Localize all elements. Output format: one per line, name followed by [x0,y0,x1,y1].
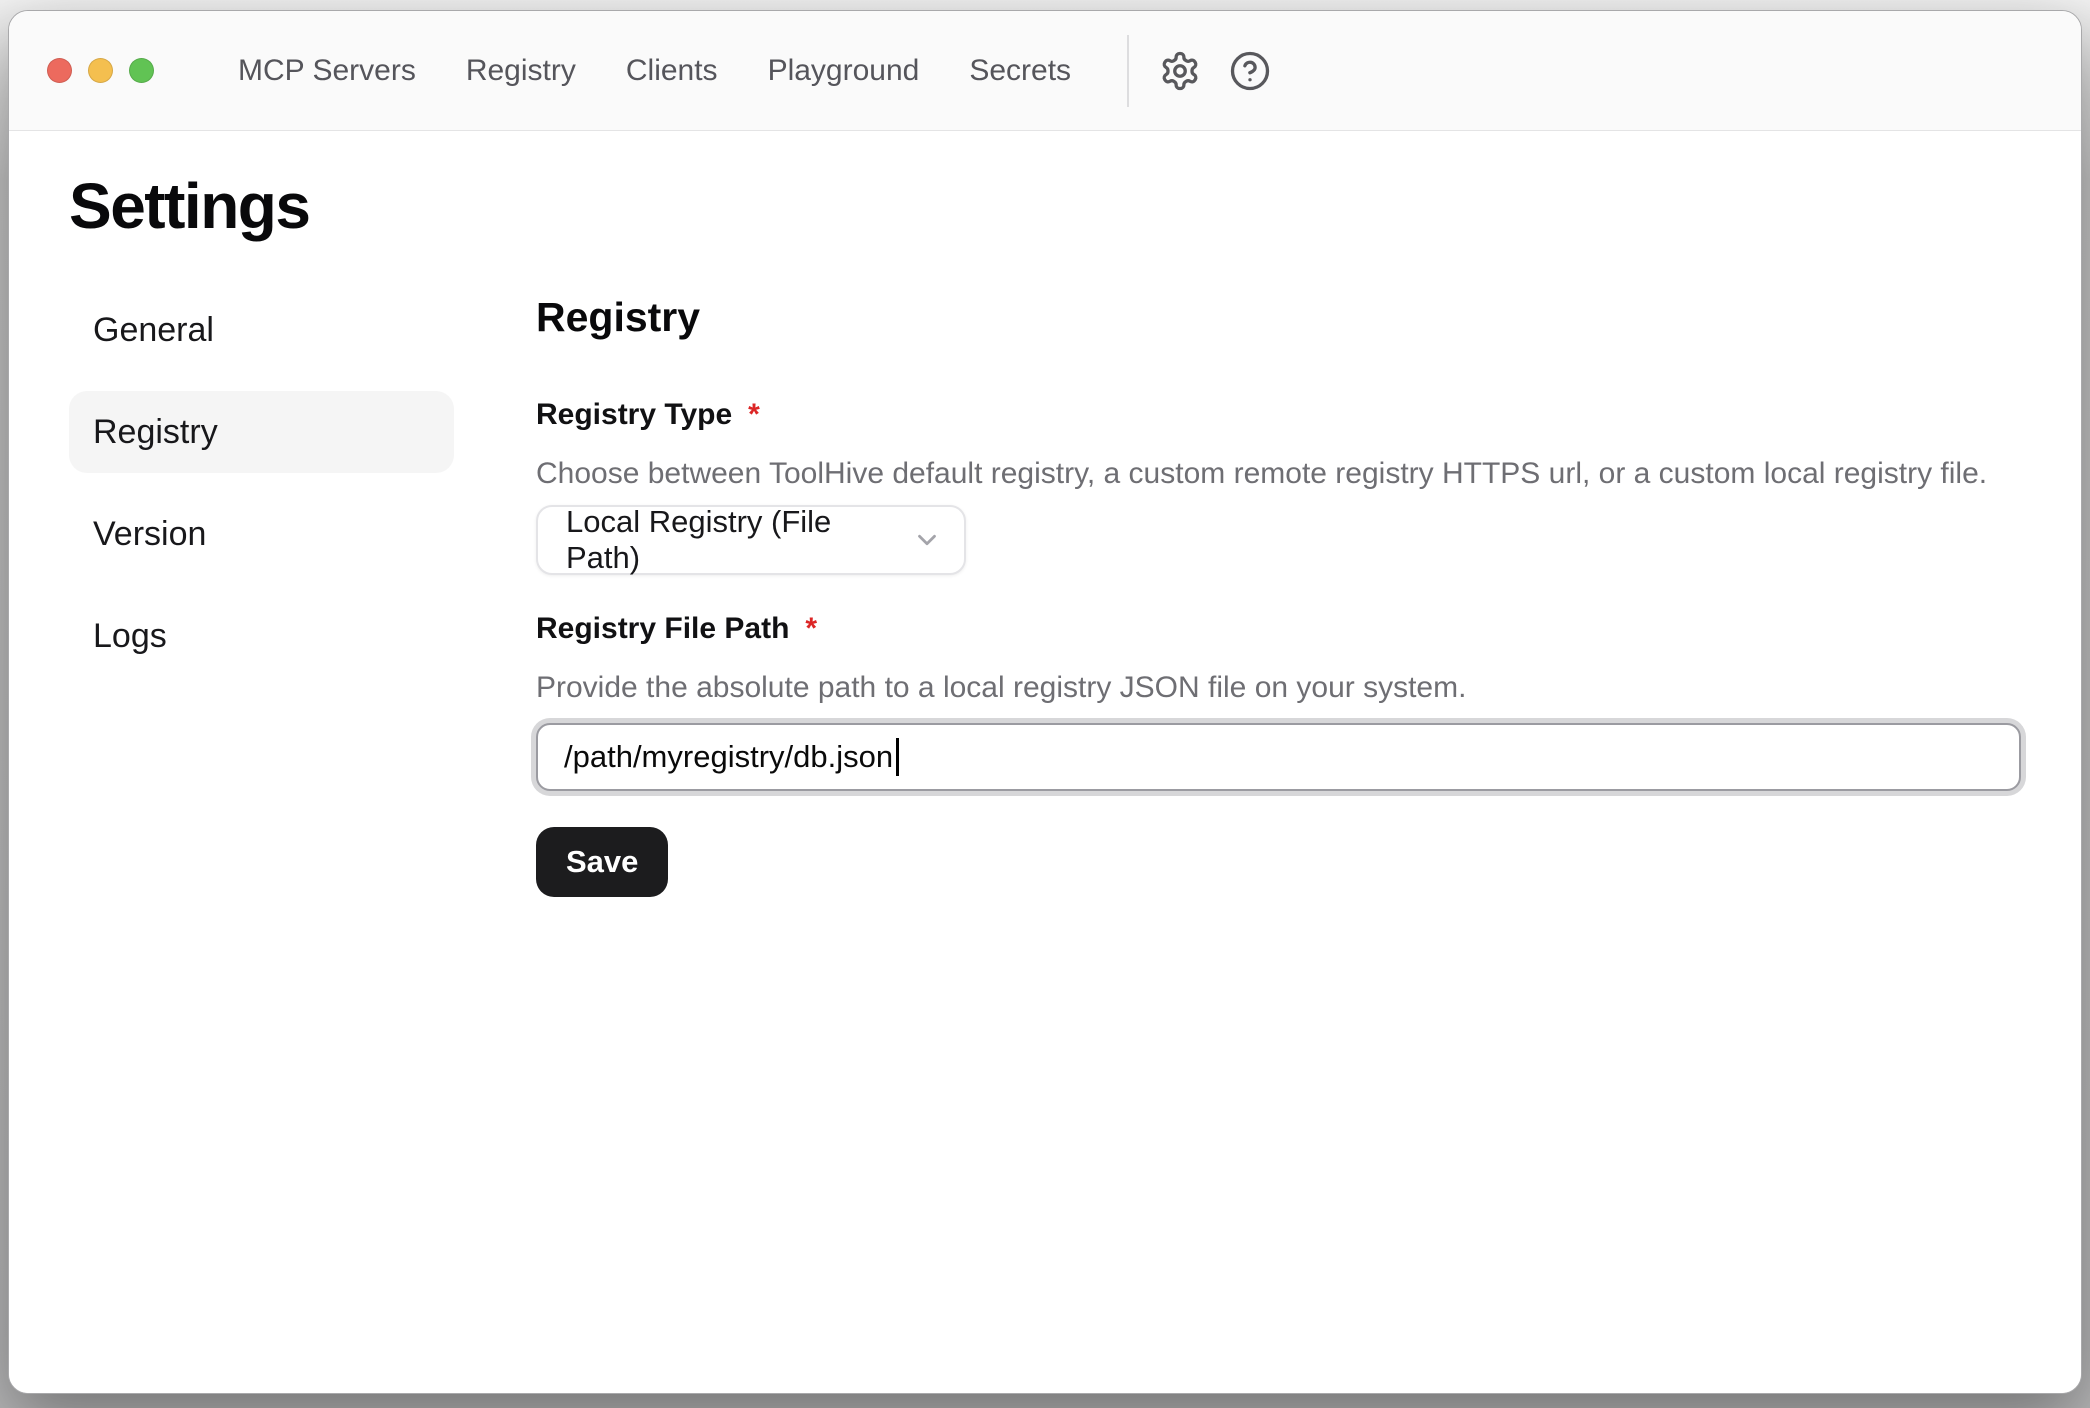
registry-type-description: Choose between ToolHive default registry… [536,455,2021,493]
sidebar-item-registry[interactable]: Registry [69,391,454,473]
app-window: MCP Servers Registry Clients Playground … [8,10,2082,1394]
sidebar-item-general[interactable]: General [69,289,454,371]
close-window-button[interactable] [47,58,72,83]
settings-page: Settings General Registry Version Logs R… [9,131,2081,1393]
top-navigation: MCP Servers Registry Clients Playground … [238,54,1071,88]
nav-item-registry[interactable]: Registry [466,54,576,88]
registry-file-path-label-text: Registry File Path [536,612,789,645]
nav-item-clients[interactable]: Clients [626,54,718,88]
titlebar: MCP Servers Registry Clients Playground … [9,11,2081,131]
zoom-window-button[interactable] [129,58,154,83]
registry-type-label-text: Registry Type [536,398,732,431]
nav-item-mcp-servers[interactable]: MCP Servers [238,54,416,88]
registry-file-path-value: /path/myregistry/db.json [564,739,893,775]
required-asterisk: * [805,612,817,645]
gear-icon[interactable] [1159,50,1201,92]
registry-type-select[interactable]: Local Registry (File Path) [536,505,966,575]
registry-settings-panel: Registry Registry Type * Choose between T… [536,289,2021,897]
registry-file-path-input[interactable]: /path/myregistry/db.json [536,723,2021,791]
nav-item-playground[interactable]: Playground [768,54,920,88]
registry-file-path-label: Registry File Path * [536,611,2021,647]
section-heading: Registry [536,293,2021,341]
sidebar-item-version[interactable]: Version [69,493,454,575]
text-cursor [896,738,899,776]
page-title: Settings [69,169,2021,243]
help-icon[interactable] [1229,50,1271,92]
save-button[interactable]: Save [536,827,668,897]
registry-type-label: Registry Type * [536,397,2021,433]
window-controls [47,58,154,83]
chevron-down-icon [912,525,942,555]
required-asterisk: * [748,398,760,431]
sidebar-item-logs[interactable]: Logs [69,595,454,677]
titlebar-divider [1127,35,1129,107]
registry-type-selected-value: Local Registry (File Path) [566,504,898,576]
registry-file-path-description: Provide the absolute path to a local reg… [536,669,2021,707]
minimize-window-button[interactable] [88,58,113,83]
nav-item-secrets[interactable]: Secrets [969,54,1071,88]
settings-sidebar: General Registry Version Logs [69,289,454,677]
